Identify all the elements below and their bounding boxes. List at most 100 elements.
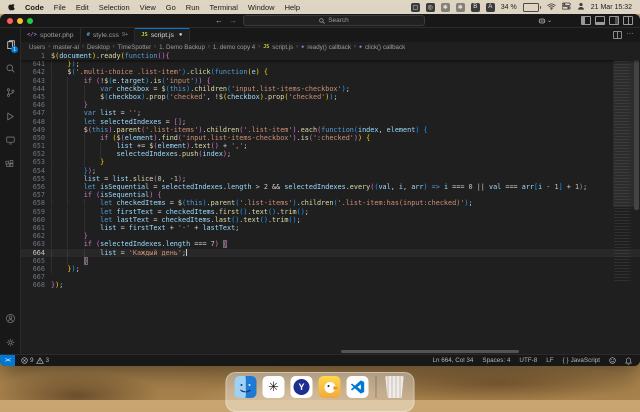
- remote-indicator[interactable]: ><: [0, 355, 15, 366]
- copilot-menu-button[interactable]: ⌄: [538, 17, 552, 25]
- code-line[interactable]: 659 let firstText = checkedItems.first()…: [21, 208, 640, 216]
- code-line[interactable]: 641 });: [21, 60, 640, 68]
- battery-percent[interactable]: 34 %: [501, 4, 517, 11]
- apple-menu-icon[interactable]: [8, 3, 16, 12]
- menu-item-go[interactable]: Go: [166, 3, 176, 12]
- indentation-setting[interactable]: Spaces: 4: [482, 357, 510, 364]
- feedback-icon[interactable]: [609, 357, 616, 364]
- dock-chatgpt-icon[interactable]: ✳: [263, 376, 285, 398]
- eol-setting[interactable]: LF: [546, 357, 553, 364]
- remote-explorer-icon[interactable]: [0, 128, 20, 152]
- code-line[interactable]: 663 if (selectedIndexes.length === 7) {: [21, 240, 640, 248]
- code-line[interactable]: 668});: [21, 281, 640, 289]
- code-line[interactable]: 652 selectedIndexes.push(index);: [21, 150, 640, 158]
- navigate-forward-button[interactable]: →: [229, 17, 237, 25]
- input-source-icon[interactable]: A: [486, 3, 495, 12]
- code-editor[interactable]: 1$(document).ready(function(){641 });642…: [21, 52, 640, 354]
- code-line[interactable]: 662 }: [21, 232, 640, 240]
- control-center-icon[interactable]: [562, 2, 571, 12]
- breadcrumb-item[interactable]: ready() callback: [307, 44, 351, 51]
- code-line[interactable]: 653 }: [21, 158, 640, 166]
- tab-spotter.php[interactable]: </>spotter.php: [21, 28, 81, 42]
- wifi-icon[interactable]: [547, 3, 556, 12]
- more-actions-icon[interactable]: ⋯: [627, 33, 635, 37]
- source-control-icon[interactable]: [0, 80, 20, 104]
- menu-item-view[interactable]: View: [140, 3, 156, 12]
- code-line[interactable]: 658 let checkedItems = $(this).parent('.…: [21, 199, 640, 207]
- code-line[interactable]: 660 let lastText = checkedItems.last().t…: [21, 216, 640, 224]
- code-line[interactable]: 648 let selectedIndexes = [];: [21, 118, 640, 126]
- minimap-slider[interactable]: [613, 52, 634, 207]
- display-status-icon[interactable]: ▢: [411, 3, 420, 12]
- dock-vscode-icon[interactable]: [347, 376, 369, 398]
- menu-item-file[interactable]: File: [54, 3, 66, 12]
- horizontal-scrollbar[interactable]: [341, 350, 519, 354]
- gear-status-icon-2[interactable]: ✱: [456, 3, 465, 12]
- code-line[interactable]: 647 var list = '';: [21, 109, 640, 117]
- breadcrumb-item[interactable]: TimeSpotter: [118, 44, 151, 51]
- settings-gear-icon[interactable]: [0, 330, 20, 354]
- sticky-scroll-line[interactable]: 1$(document).ready(function(){: [21, 52, 640, 60]
- app-status-icon[interactable]: B: [471, 3, 480, 12]
- breadcrumb-item[interactable]: master-al: [53, 44, 79, 51]
- code-line[interactable]: 643 if (!$(e.target).is('input')) {: [21, 77, 640, 85]
- breadcrumb-item[interactable]: script.js: [272, 44, 293, 51]
- menu-item-window[interactable]: Window: [248, 3, 275, 12]
- dock-trash-icon[interactable]: [384, 376, 406, 398]
- toggle-secondary-sidebar-icon[interactable]: [609, 16, 619, 25]
- dock-yandex-icon[interactable]: Y: [291, 376, 313, 398]
- code-line[interactable]: 664 list = 'Каждый день';: [21, 249, 640, 257]
- menu-item-edit[interactable]: Edit: [76, 3, 89, 12]
- navigate-back-button[interactable]: ←: [215, 17, 223, 25]
- search-sidebar-icon[interactable]: [0, 56, 20, 80]
- menu-item-help[interactable]: Help: [285, 3, 300, 12]
- code-line[interactable]: 656 let isSequential = selectedIndexes.l…: [21, 183, 640, 191]
- tab-script.js[interactable]: JSscript.js●: [135, 28, 189, 42]
- code-line[interactable]: 655 list = list.slice(0, -1);: [21, 175, 640, 183]
- code-line[interactable]: 657 if (isSequential) {: [21, 191, 640, 199]
- language-mode[interactable]: { }JavaScript: [563, 357, 600, 364]
- gear-status-icon[interactable]: ✱: [441, 3, 450, 12]
- code-line[interactable]: 666 });: [21, 265, 640, 273]
- breadcrumb-item[interactable]: 1. Demo Backup: [159, 44, 205, 51]
- code-line[interactable]: 651 list += $(element).text() + ',';: [21, 142, 640, 150]
- explorer-icon[interactable]: 1: [0, 32, 20, 56]
- dock-finder-icon[interactable]: [235, 376, 257, 398]
- problems-button[interactable]: 9 3: [21, 357, 49, 364]
- code-line[interactable]: 665 }: [21, 257, 640, 265]
- breadcrumb[interactable]: Users›master-al›Desktop›TimeSpotter›1. D…: [21, 42, 640, 52]
- run-debug-icon[interactable]: [0, 104, 20, 128]
- breadcrumb-item[interactable]: 1. demo copy 4: [213, 44, 255, 51]
- battery-icon[interactable]: [523, 3, 541, 12]
- code-line[interactable]: 646 }: [21, 101, 640, 109]
- tab-style.css[interactable]: #style.css9+: [81, 28, 136, 42]
- menubar-clock[interactable]: 21 Mar 15:32: [591, 4, 632, 11]
- user-icon[interactable]: [577, 2, 585, 12]
- toggle-panel-icon[interactable]: [595, 16, 605, 25]
- breadcrumb-item[interactable]: Desktop: [87, 44, 110, 51]
- vertical-scrollbar[interactable]: [634, 52, 639, 210]
- minimap[interactable]: [614, 52, 633, 354]
- search-command-center[interactable]: Search: [243, 15, 425, 26]
- code-line[interactable]: 661 list = firstText + '-' + lastText;: [21, 224, 640, 232]
- split-editor-icon[interactable]: [613, 31, 622, 39]
- code-line[interactable]: 654 });: [21, 167, 640, 175]
- code-line[interactable]: 644 var checkbox = $(this).children('inp…: [21, 85, 640, 93]
- code-line[interactable]: 650 if ($(element).find('input.list-item…: [21, 134, 640, 142]
- menu-item-run[interactable]: Run: [186, 3, 200, 12]
- dirty-indicator[interactable]: ●: [179, 32, 183, 38]
- extensions-icon[interactable]: [0, 152, 20, 176]
- toggle-sidebar-icon[interactable]: [581, 16, 591, 25]
- code-line[interactable]: 667: [21, 273, 640, 281]
- accounts-icon[interactable]: [0, 306, 20, 330]
- cursor-position[interactable]: Ln 664, Col 34: [432, 357, 473, 364]
- encoding-setting[interactable]: UTF-8: [519, 357, 537, 364]
- customize-layout-icon[interactable]: [623, 16, 633, 25]
- breadcrumb-item[interactable]: click() callback: [365, 44, 405, 51]
- dock-duckduckgo-icon[interactable]: [319, 376, 341, 398]
- breadcrumb-item[interactable]: Users: [29, 44, 45, 51]
- swirl-status-icon[interactable]: ◎: [426, 3, 435, 12]
- notifications-bell-icon[interactable]: [625, 357, 632, 365]
- menu-item-code[interactable]: Code: [25, 3, 44, 12]
- code-line[interactable]: 649 $(this).parent('.list-items').childr…: [21, 126, 640, 134]
